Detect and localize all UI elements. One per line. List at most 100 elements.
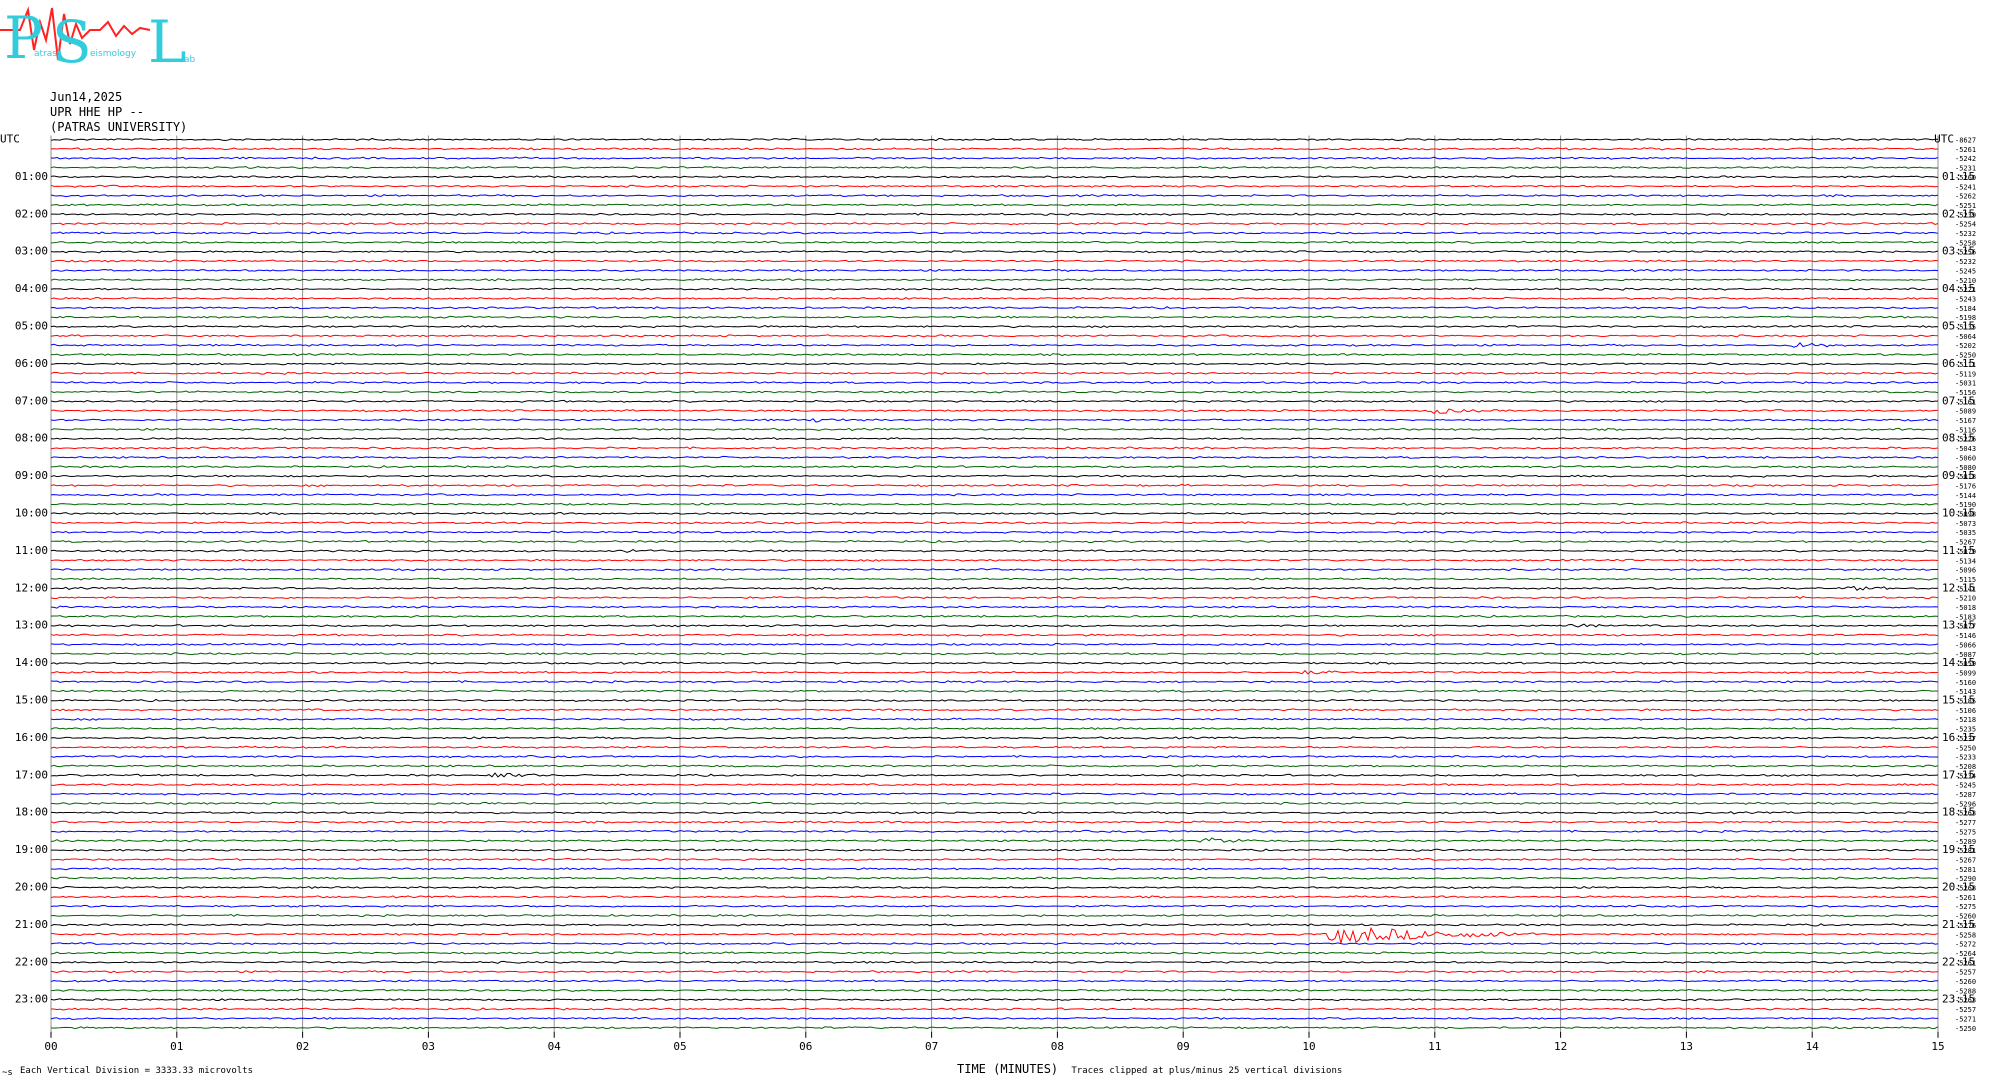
trace-offset-label: -5267: [1955, 856, 1976, 864]
trace-offset-label: -5242: [1955, 155, 1976, 163]
seismic-trace: [50, 296, 1939, 301]
seismic-trace: [50, 483, 1939, 488]
trace-offset-label: -5096: [1955, 567, 1976, 575]
trace-offset-label: -5262: [1955, 193, 1976, 201]
seismic-trace: [50, 446, 1939, 450]
seismic-trace: [50, 680, 1939, 684]
trace-offset-label: -5275: [1955, 828, 1976, 836]
seismic-trace: [50, 764, 1939, 768]
seismic-trace: [50, 259, 1939, 263]
right-hour-label: 12:15: [1942, 581, 1975, 594]
seismic-trace: [50, 885, 1939, 890]
seismic-trace: [50, 493, 1939, 497]
right-hour-label: 21:15: [1942, 918, 1975, 931]
seismic-trace: [50, 669, 1939, 675]
seismic-trace: [50, 811, 1939, 815]
clip-note: Traces clipped at plus/minus 25 vertical…: [1071, 1066, 1343, 1076]
seismic-trace: [50, 222, 1939, 226]
x-tick-label: 02: [296, 1040, 309, 1053]
trace-offset-label: -5210: [1955, 595, 1976, 603]
left-hour-label: 17:00: [15, 768, 48, 781]
seismic-trace: [50, 942, 1939, 946]
right-hour-label: 11:15: [1942, 544, 1975, 557]
seismic-trace: [50, 820, 1939, 824]
x-tick-label: 13: [1680, 1040, 1693, 1053]
seismic-trace: [50, 418, 1939, 423]
seismic-trace: [50, 979, 1939, 983]
trace-offset-label: -5257: [1955, 1006, 1976, 1014]
x-tick-label: 00: [44, 1040, 57, 1053]
seismic-trace: [50, 437, 1939, 441]
left-hour-label: 22:00: [15, 955, 48, 968]
left-hour-label: 12:00: [15, 581, 48, 594]
x-tick-label: 08: [1051, 1040, 1064, 1053]
seismic-trace: [50, 287, 1939, 291]
seismic-trace: [50, 605, 1939, 609]
right-hour-label: 06:15: [1942, 357, 1975, 370]
trace-offset-label: -5060: [1955, 454, 1976, 462]
seismic-trace: [50, 1016, 1939, 1021]
right-hour-label: 16:15: [1942, 731, 1975, 744]
x-tick-label: 15: [1931, 1040, 1944, 1053]
seismic-trace: [50, 970, 1939, 974]
right-axis-title: UTC: [1934, 133, 1954, 146]
seismic-trace: [50, 250, 1939, 254]
trace-offset-label: -5241: [1955, 183, 1976, 191]
right-hour-label: 01:15: [1942, 170, 1975, 183]
seismic-trace: [50, 558, 1939, 562]
seismic-trace: [50, 371, 1939, 375]
seismic-trace: [50, 689, 1939, 693]
trace-offset-label: -5245: [1955, 782, 1976, 790]
trace-offset-label: -5261: [1955, 146, 1976, 154]
trace-offset-label: -5258: [1955, 931, 1976, 939]
seismic-trace: [50, 334, 1939, 338]
seismic-trace: [50, 698, 1939, 703]
seismic-trace: [50, 137, 1939, 142]
left-hour-label: 11:00: [15, 544, 48, 557]
seismic-trace: [50, 642, 1939, 646]
left-hour-label: 09:00: [15, 469, 48, 482]
seismic-trace: [50, 511, 1939, 516]
seismic-trace: [50, 801, 1939, 805]
seismic-trace: [50, 913, 1939, 918]
trace-offset-label: -5160: [1955, 679, 1976, 687]
left-hour-label: 19:00: [15, 843, 48, 856]
trace-offset-label: -5031: [1955, 380, 1976, 388]
trace-offset-label: -5073: [1955, 520, 1976, 528]
seismic-trace: [50, 904, 1939, 908]
seismic-trace: [50, 203, 1939, 207]
trace-offset-label: -5184: [1955, 305, 1976, 313]
seismic-trace: [50, 427, 1939, 432]
seismic-trace: [50, 829, 1939, 834]
left-hour-label: 02:00: [15, 207, 48, 220]
seismic-trace: [50, 278, 1939, 282]
seismic-trace: [50, 568, 1939, 572]
seismic-trace: [50, 194, 1939, 198]
trace-offset-label: -5287: [1955, 791, 1976, 799]
seismic-trace: [50, 455, 1939, 459]
left-hour-label: 08:00: [15, 432, 48, 445]
left-hour-label: 07:00: [15, 394, 48, 407]
left-hour-label: 13:00: [15, 619, 48, 632]
x-tick-label: 01: [170, 1040, 183, 1053]
seismic-trace: [50, 147, 1939, 151]
seismic-trace: [50, 530, 1939, 534]
right-hour-label: 22:15: [1942, 955, 1975, 968]
trace-offset-label: -5277: [1955, 819, 1976, 827]
seismic-trace: [50, 324, 1939, 329]
x-tick-label: 05: [673, 1040, 686, 1053]
trace-offset-label: -5167: [1955, 417, 1976, 425]
seismic-trace: [51, 539, 1939, 544]
trace-offset-label: -5245: [1955, 267, 1976, 275]
seismic-trace: [50, 585, 1939, 592]
seismic-trace: [50, 380, 1939, 385]
x-tick-label: 06: [799, 1040, 812, 1053]
x-tick-label: 04: [548, 1040, 562, 1053]
seismic-trace: [50, 623, 1939, 628]
seismic-trace: [50, 951, 1939, 955]
seismic-trace: [50, 231, 1939, 235]
trace-offset-label: -5099: [1955, 669, 1976, 677]
trace-offset-label: -5064: [1955, 333, 1976, 341]
seismic-trace: [50, 960, 1939, 964]
seismic-trace: [50, 998, 1939, 1002]
